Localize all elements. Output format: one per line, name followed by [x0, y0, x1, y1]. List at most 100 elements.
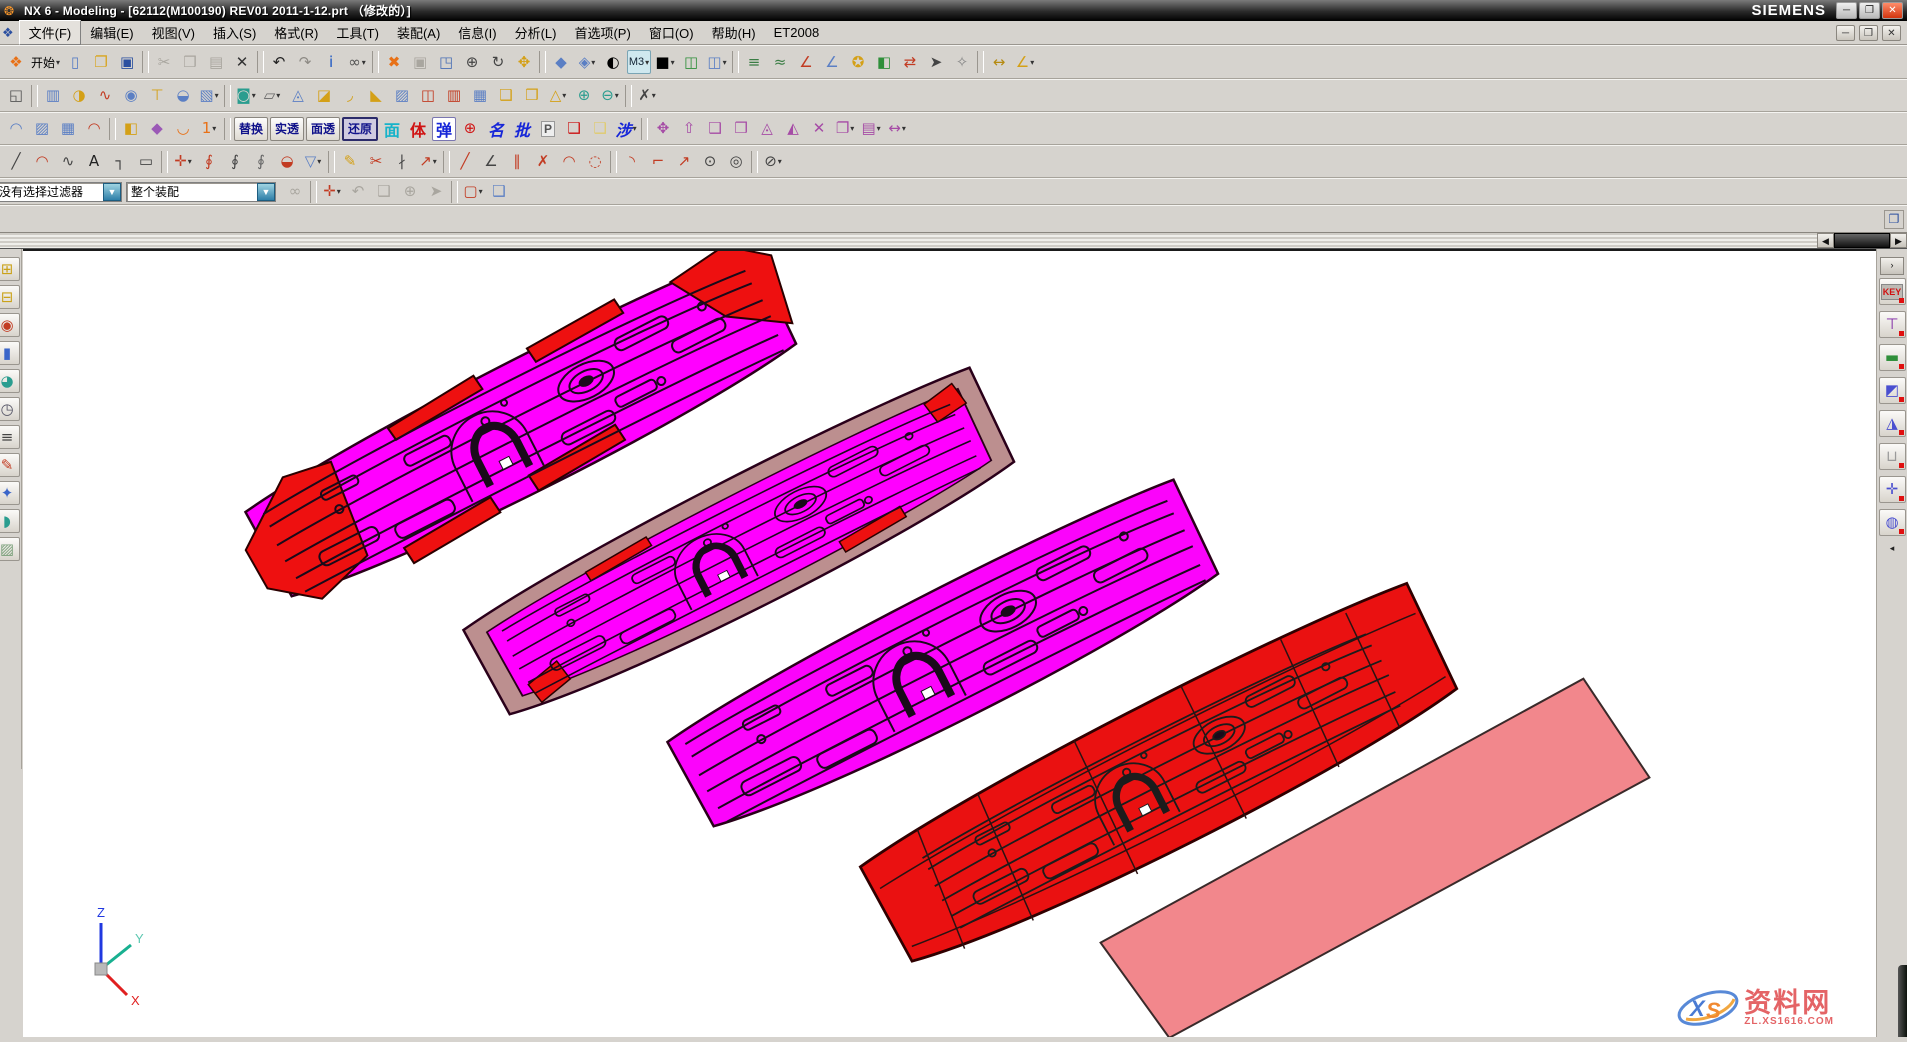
- project-curve-icon[interactable]: ◒: [275, 150, 299, 174]
- datum-plane-icon[interactable]: ▱ ▾: [260, 84, 284, 108]
- new-file-icon[interactable]: ▯: [63, 50, 87, 74]
- scroll-left-icon[interactable]: ◀: [1817, 233, 1834, 248]
- intersect-curve-icon[interactable]: ▽ ▾: [301, 150, 325, 174]
- instance-feature-icon[interactable]: ❒: [520, 84, 544, 108]
- parallel-line-icon[interactable]: ∥: [505, 150, 529, 174]
- basic-line-icon[interactable]: ╱: [453, 150, 477, 174]
- clip-work-section-icon[interactable]: ◫ ▾: [705, 50, 729, 74]
- resource-expand-icon[interactable]: ›: [1880, 257, 1904, 275]
- extrude-icon[interactable]: ▥: [41, 84, 65, 108]
- globe-icon[interactable]: ◕: [0, 369, 20, 393]
- part-bracket-icon[interactable]: ◮: [1878, 410, 1906, 437]
- dotted-circle-icon[interactable]: ◌: [583, 150, 607, 174]
- part-plate-icon[interactable]: ◩: [1878, 377, 1906, 404]
- trim-curve-icon[interactable]: ✂: [364, 150, 388, 174]
- interference-button[interactable]: 涉 ▾: [614, 117, 638, 141]
- roles-people-icon[interactable]: ◗: [0, 509, 20, 533]
- delete-icon[interactable]: ✕: [230, 50, 254, 74]
- rectangle-icon[interactable]: ▭: [134, 150, 158, 174]
- save-icon[interactable]: ▣: [115, 50, 139, 74]
- curve-mesh-icon[interactable]: ▦: [56, 117, 80, 141]
- undo-icon[interactable]: ↶: [267, 50, 291, 74]
- edit-parameters-icon[interactable]: ✎: [338, 150, 362, 174]
- minimize-button[interactable]: ─: [1836, 2, 1857, 19]
- resize-face-icon-dropdown[interactable]: ▾: [902, 124, 906, 133]
- selection-scope-combo[interactable]: 整个装配 ▼: [126, 181, 276, 202]
- draft-icon-dropdown[interactable]: ▾: [562, 91, 566, 100]
- key-library-icon[interactable]: KEY: [1878, 278, 1906, 305]
- datum-csys-icon[interactable]: ◬: [286, 84, 310, 108]
- measure-distance-icon[interactable]: ↔: [987, 50, 1011, 74]
- scene-image-icon[interactable]: ▨: [0, 537, 20, 561]
- menu-window[interactable]: 窗口(O): [640, 21, 703, 44]
- pan-view-icon[interactable]: ✥: [512, 50, 536, 74]
- face-tool-button[interactable]: 面: [380, 117, 404, 141]
- menu-insert[interactable]: 插入(S): [204, 21, 265, 44]
- restore-button[interactable]: 还原: [342, 116, 379, 141]
- feature-dimension-icon-dropdown[interactable]: ▾: [652, 91, 656, 100]
- text-icon[interactable]: A: [82, 150, 106, 174]
- background-color-icon[interactable]: ■ ▾: [653, 50, 677, 74]
- one-step-icon-dropdown[interactable]: ▾: [212, 124, 216, 133]
- circle-tangent-icon[interactable]: ◎: [724, 150, 748, 174]
- feature-dimension-icon[interactable]: ✗ ▾: [635, 84, 659, 108]
- blue-tool-icon[interactable]: ▮: [0, 341, 20, 365]
- show-hide-icon[interactable]: ◧: [872, 50, 896, 74]
- mdi-minimize-button[interactable]: ─: [1836, 24, 1855, 41]
- rectangle-select-icon-dropdown[interactable]: ▾: [479, 187, 483, 196]
- pad-icon[interactable]: ◒: [171, 84, 195, 108]
- part-green-block-icon[interactable]: ▬: [1878, 344, 1906, 371]
- close-button[interactable]: ✕: [1882, 2, 1903, 19]
- mdi-restore-button[interactable]: ❐: [1859, 24, 1878, 41]
- restore-button-window[interactable]: ❐: [1859, 2, 1880, 19]
- start-button[interactable]: 开始 ▾: [30, 50, 61, 74]
- edge-blend-icon[interactable]: ◞: [338, 84, 362, 108]
- through-curves-icon[interactable]: ◠: [4, 117, 28, 141]
- fillet-corner-icon[interactable]: ◝: [620, 150, 644, 174]
- revolve-icon[interactable]: ◑: [67, 84, 91, 108]
- draft-icon[interactable]: △ ▾: [546, 84, 570, 108]
- datum-plane-icon-dropdown[interactable]: ▾: [276, 91, 280, 100]
- snap-point-icon[interactable]: ✛ ▾: [320, 180, 344, 204]
- curve-length-icon[interactable]: ↗ ▾: [416, 150, 440, 174]
- body-tool-button[interactable]: 体: [406, 117, 430, 141]
- menu-tools[interactable]: 工具(T): [327, 21, 388, 44]
- menu-analysis[interactable]: 分析(L): [506, 21, 566, 44]
- find-component-icon-dropdown[interactable]: ▾: [362, 58, 366, 67]
- vertical-scroll-thumb[interactable]: [1898, 965, 1907, 1037]
- nx-logo-icon[interactable]: ❖: [4, 50, 28, 74]
- offset-region-icon[interactable]: ❑: [703, 117, 727, 141]
- name-tool-button[interactable]: 名: [484, 117, 508, 141]
- copy-face-icon-dropdown[interactable]: ▾: [850, 124, 854, 133]
- move-face-icon[interactable]: ✥: [651, 117, 675, 141]
- line-icon[interactable]: ╱: [4, 150, 28, 174]
- part-tslot-icon[interactable]: ⊤: [1878, 311, 1906, 338]
- pull-face-icon[interactable]: ⇧: [677, 117, 701, 141]
- hole-icon[interactable]: ◉: [119, 84, 143, 108]
- key-function-icon[interactable]: ✪: [846, 50, 870, 74]
- shaded-solid-icon[interactable]: ❑: [487, 180, 511, 204]
- yellow-solid-icon[interactable]: ❑: [588, 117, 612, 141]
- orient-view-icon-dropdown[interactable]: ▾: [591, 58, 595, 67]
- one-step-icon[interactable]: 1 ▾: [197, 117, 221, 141]
- offset-in-face-icon[interactable]: ∮: [223, 150, 247, 174]
- block-icon[interactable]: ▧ ▾: [197, 84, 221, 108]
- history-clock-icon[interactable]: ◷: [0, 397, 20, 421]
- sew-icon[interactable]: ▥: [442, 84, 466, 108]
- ruled-surface-icon[interactable]: ▨: [30, 117, 54, 141]
- snap-point-icon-dropdown[interactable]: ▾: [337, 187, 341, 196]
- menu-view[interactable]: 视图(V): [143, 21, 204, 44]
- line-point-angle-icon[interactable]: ∠: [479, 150, 503, 174]
- boolean-subtract-icon-dropdown[interactable]: ▾: [615, 91, 619, 100]
- offset-surface-icon[interactable]: ◧: [119, 117, 143, 141]
- red-solid-icon[interactable]: ❑: [562, 117, 586, 141]
- shaded-view-icon[interactable]: ◆: [549, 50, 573, 74]
- menu-edit[interactable]: 编辑(E): [81, 21, 142, 44]
- corner-curve-icon[interactable]: ┐: [108, 150, 132, 174]
- measure-angle-icon[interactable]: ∠ ▾: [1013, 50, 1037, 74]
- perpendicular-line-icon[interactable]: ✗: [531, 150, 555, 174]
- center-target-icon[interactable]: ⊕: [458, 117, 482, 141]
- boolean-subtract-icon[interactable]: ⊖ ▾: [598, 84, 622, 108]
- part-funnel-icon[interactable]: ⊔: [1878, 443, 1906, 470]
- resource-collapse-icon[interactable]: ◂: [1890, 543, 1895, 554]
